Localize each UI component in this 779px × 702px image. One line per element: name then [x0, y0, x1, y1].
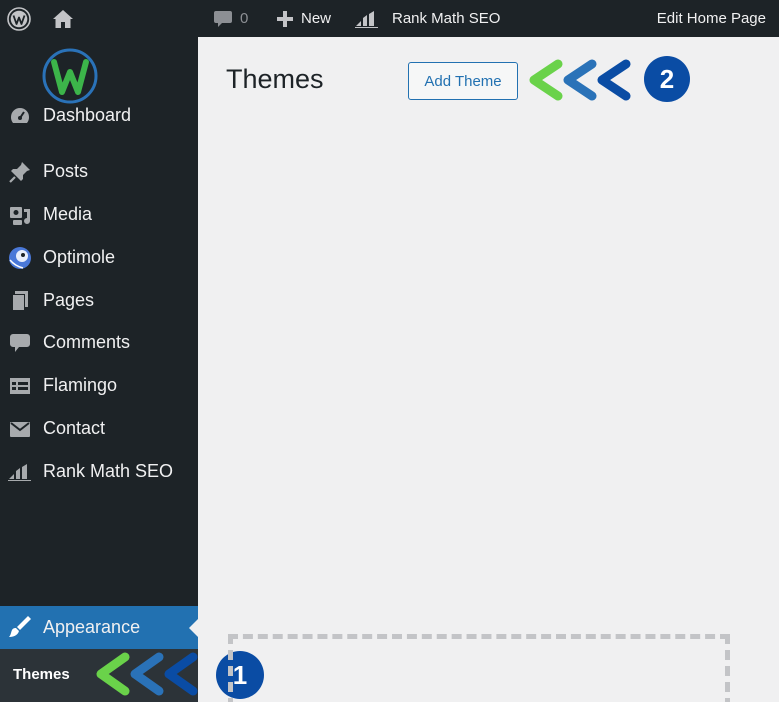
sidebar-item-posts[interactable]: Posts: [0, 155, 198, 189]
comment-icon: [214, 10, 232, 27]
plus-icon: [277, 10, 293, 27]
admin-bar: 0 New Rank Math SEO Edit Home Page: [0, 0, 779, 37]
sidebar-item-label: Comments: [43, 332, 131, 352]
envelope-icon: [8, 417, 32, 441]
sidebar-item-label: Appearance: [43, 617, 141, 637]
sidebar-item-label: Posts: [43, 161, 89, 181]
pages-icon: [8, 289, 32, 313]
sidebar-item-optimole[interactable]: Optimole: [0, 241, 198, 275]
sidebar-item-label: Flamingo: [43, 375, 118, 395]
sidebar-item-pages[interactable]: Pages: [0, 284, 198, 318]
admin-bar-rank-math[interactable]: Rank Math SEO: [355, 0, 500, 37]
sidebar-item-label: Rank Math SEO: [43, 461, 174, 481]
sidebar-item-contact[interactable]: Contact: [0, 412, 198, 446]
sidebar-item-label: Pages: [43, 290, 95, 310]
pointer-chevrons-icon: [96, 652, 198, 696]
step-badge-2: 2: [644, 56, 690, 102]
pointer-chevrons-icon: [529, 59, 631, 101]
wordpress-logo-icon[interactable]: [7, 0, 31, 37]
submenu-item-themes[interactable]: Themes: [13, 666, 70, 683]
sidebar-item-media[interactable]: Media: [0, 198, 198, 232]
pin-icon: [8, 160, 32, 184]
sidebar-item-comments[interactable]: Comments: [0, 326, 198, 360]
sidebar-item-label: Dashboard: [43, 105, 132, 125]
optimole-icon: [8, 246, 32, 270]
sidebar-item-appearance[interactable]: Appearance: [0, 606, 198, 649]
rank-math-icon: [355, 10, 378, 28]
rank-math-icon: [8, 460, 32, 484]
admin-sidebar: Dashboard Posts Media Optimole Pages Com…: [0, 37, 198, 702]
media-icon: [8, 203, 32, 227]
add-theme-button[interactable]: Add Theme: [408, 62, 518, 100]
comment-icon: [8, 331, 32, 355]
sidebar-item-label: Contact: [43, 418, 106, 438]
sidebar-item-label: Media: [43, 204, 93, 224]
page-title: Themes: [226, 64, 324, 94]
admin-bar-new[interactable]: New: [276, 0, 331, 37]
sidebar-item-flamingo[interactable]: Flamingo: [0, 369, 198, 403]
flamingo-icon: [8, 374, 32, 398]
edit-page-label: Edit Home Page: [656, 10, 766, 27]
admin-bar-rank-math-label: Rank Math SEO: [392, 10, 501, 27]
dashboard-icon: [8, 104, 32, 128]
active-menu-pointer: [189, 619, 198, 637]
comment-count: 0: [240, 10, 249, 27]
sidebar-item-label: Optimole: [43, 247, 116, 267]
paintbrush-icon: [8, 615, 32, 639]
sidebar-item-dashboard[interactable]: Dashboard: [0, 99, 198, 133]
admin-bar-edit-page[interactable]: Edit Home Page: [657, 0, 766, 37]
w-logo-icon: [42, 48, 98, 104]
admin-bar-new-label: New: [301, 10, 332, 27]
admin-bar-comments[interactable]: 0: [213, 0, 248, 37]
sidebar-item-rank-math-seo[interactable]: Rank Math SEO: [0, 455, 198, 489]
theme-placeholder-card: [228, 634, 730, 702]
home-icon[interactable]: [52, 0, 74, 37]
